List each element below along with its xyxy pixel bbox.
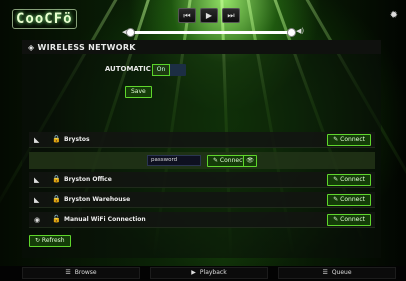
tab-playback-label: Playback bbox=[199, 269, 227, 276]
connect-button[interactable]: ✎ Connect bbox=[327, 174, 371, 186]
play-icon: ▶ bbox=[191, 269, 196, 276]
connect-button[interactable]: ✎ Connect bbox=[327, 134, 371, 146]
show-password-icon[interactable]: 👁 bbox=[243, 155, 257, 167]
next-track-button[interactable]: ⏭ bbox=[222, 8, 240, 23]
network-row-manual-wifi[interactable]: ◉ 🔓 Manual WiFi Connection ✎ Connect bbox=[29, 212, 375, 228]
network-name: Brystos bbox=[64, 136, 90, 143]
save-button[interactable]: Save bbox=[125, 86, 152, 98]
lock-icon: 🔒 bbox=[52, 195, 61, 203]
previous-track-button[interactable]: ⏮ bbox=[178, 8, 196, 23]
network-name: Bryston Warehouse bbox=[64, 196, 131, 203]
panel-header: ◈ WIRELESS NETWORK bbox=[22, 40, 381, 54]
play-button[interactable]: ▶ bbox=[200, 8, 218, 23]
wifi-icon: ◈ bbox=[28, 42, 35, 52]
footer-nav: ☰ Browse ▶ Playback ☰ Queue bbox=[0, 266, 406, 281]
connect-button[interactable]: ✎ Connect bbox=[327, 194, 371, 206]
network-row-brystos[interactable]: ◣ 🔒 Brystos ✎ Connect bbox=[29, 132, 375, 148]
automatic-ip-row: AUTOMATIC IP On bbox=[22, 64, 381, 76]
tab-queue[interactable]: ☰ Queue bbox=[278, 267, 396, 279]
network-name: Bryston Office bbox=[64, 176, 112, 183]
password-input[interactable]: password bbox=[147, 155, 201, 166]
tab-browse-label: Browse bbox=[74, 269, 97, 276]
volume-fill bbox=[130, 31, 292, 34]
tab-queue-label: Queue bbox=[331, 269, 352, 276]
signal-icon: ◣ bbox=[34, 176, 40, 184]
signal-icon: ◣ bbox=[34, 136, 40, 144]
queue-icon: ☰ bbox=[322, 269, 328, 276]
slider-knob[interactable] bbox=[287, 28, 296, 37]
eye-icon: ◉ bbox=[34, 216, 41, 224]
wireless-panel: ◈ WIRELESS NETWORK AUTOMATIC IP On Save … bbox=[22, 40, 381, 258]
volume-slider[interactable] bbox=[126, 28, 296, 37]
network-row-bryston-warehouse[interactable]: ◣ 🔒 Bryston Warehouse ✎ Connect bbox=[29, 192, 375, 208]
lock-icon: 🔒 bbox=[52, 175, 61, 183]
password-row: password ✎ Connect 👁 bbox=[29, 152, 375, 169]
toggle-on-label: On bbox=[152, 64, 170, 76]
tab-playback[interactable]: ▶ Playback bbox=[150, 267, 268, 279]
volume-high-icon: ◀) bbox=[296, 27, 305, 35]
network-row-bryston-office[interactable]: ◣ 🔒 Bryston Office ✎ Connect bbox=[29, 172, 375, 188]
list-icon: ☰ bbox=[65, 269, 71, 276]
lock-icon: 🔒 bbox=[52, 135, 61, 143]
app-logo: CooCFö bbox=[12, 9, 77, 29]
network-name: Manual WiFi Connection bbox=[64, 216, 146, 223]
automatic-ip-toggle[interactable]: On bbox=[152, 64, 186, 76]
connect-button[interactable]: ✎ Connect bbox=[327, 214, 371, 226]
gear-icon[interactable]: ✹ bbox=[390, 10, 398, 21]
tab-browse[interactable]: ☰ Browse bbox=[22, 267, 140, 279]
unlock-icon: 🔓 bbox=[52, 215, 61, 223]
slider-knob[interactable] bbox=[126, 28, 135, 37]
refresh-button[interactable]: ↻ Refresh bbox=[29, 235, 71, 247]
header: CooCFö ⏮ ▶ ⏭ ✹ ◀ ◀) bbox=[0, 0, 406, 40]
signal-icon: ◣ bbox=[34, 196, 40, 204]
panel-title: WIRELESS NETWORK bbox=[37, 42, 136, 52]
